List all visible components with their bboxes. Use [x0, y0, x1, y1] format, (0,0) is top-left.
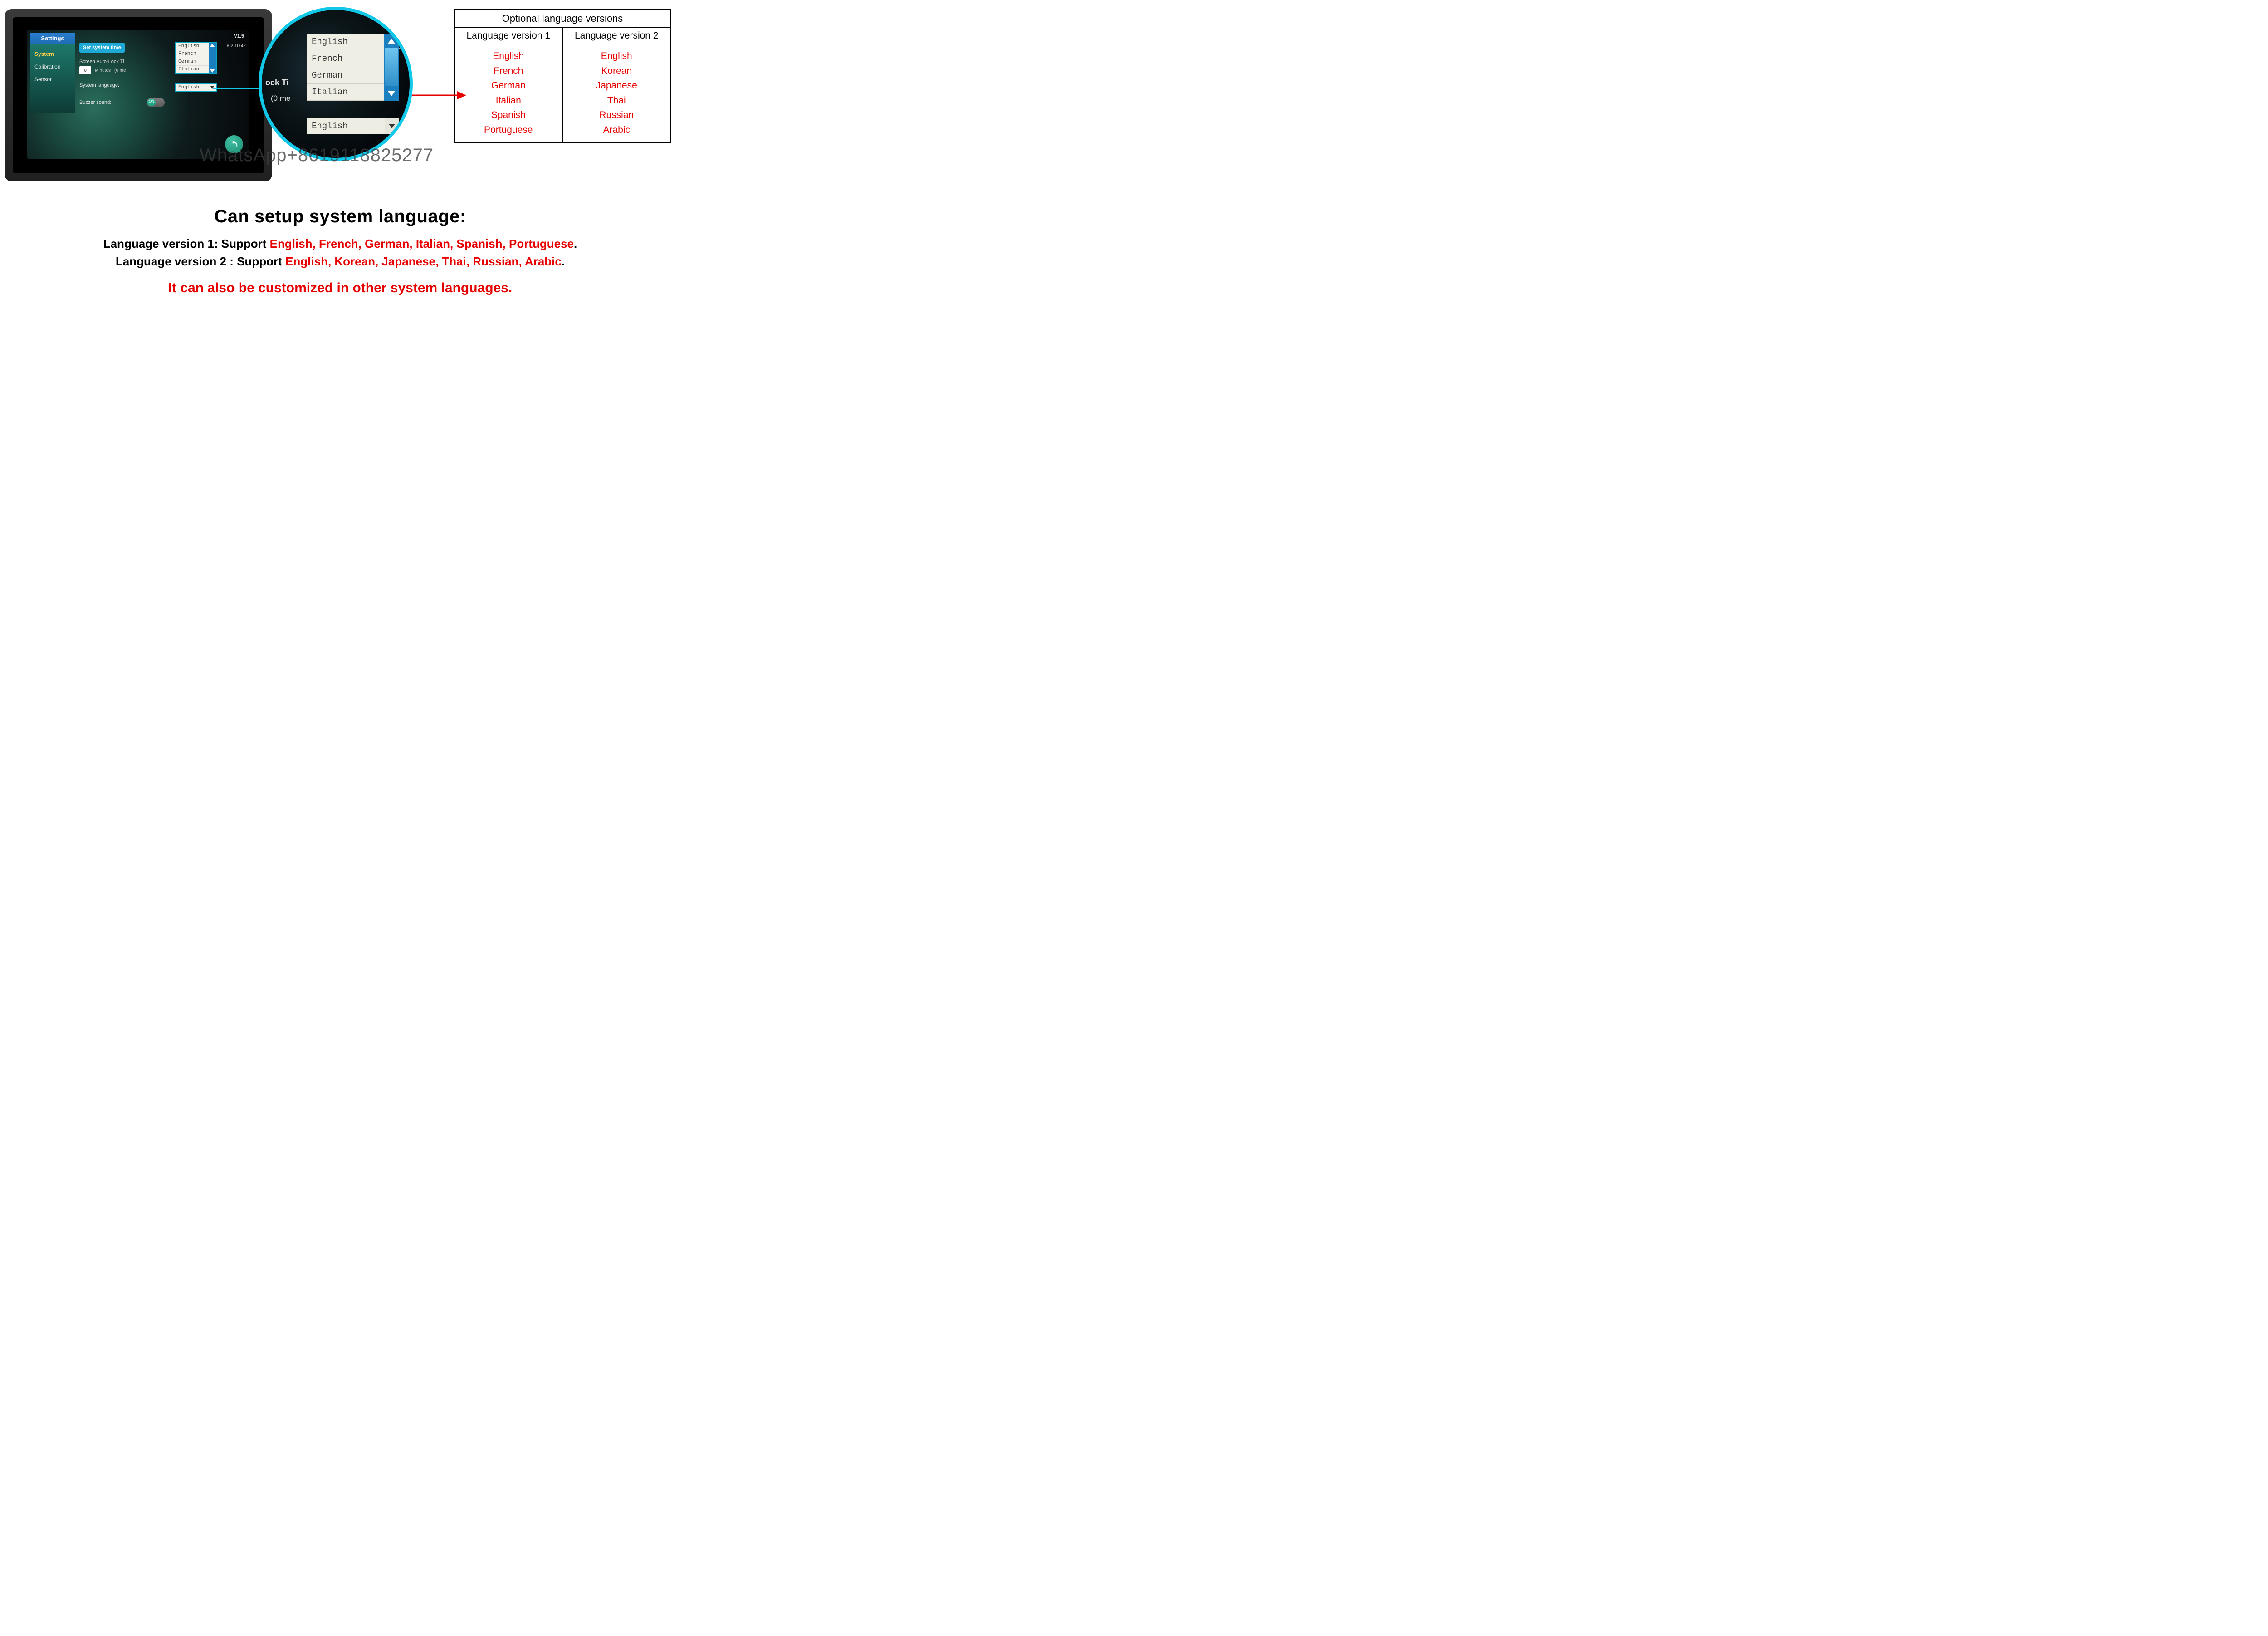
language-name: Japanese [567, 78, 667, 93]
language-option[interactable]: Italian [307, 84, 384, 101]
table-col1-body: English French German Italian Spanish Po… [454, 44, 562, 143]
triangle-up-icon [388, 39, 395, 44]
magnifier-callout: C 1/02 ock Ti (0 me English French Germa… [259, 7, 413, 161]
triangle-down-icon [388, 91, 395, 96]
language-name: English [567, 49, 667, 64]
set-system-time-button[interactable]: Set system time [79, 43, 125, 53]
language-name: French [458, 64, 559, 79]
language-name: Russian [567, 108, 667, 123]
language-name: Italian [458, 93, 559, 108]
version2-line: Language version 2 : Support English, Ko… [5, 255, 676, 269]
language-option[interactable]: English [307, 34, 384, 50]
back-button[interactable] [225, 135, 243, 153]
language-scrollbar-enlarged[interactable] [384, 34, 399, 101]
mag-fragment-c: C [267, 43, 272, 50]
line2-langs: English, Korean, Japanese, Thai, Russian… [285, 255, 562, 268]
sidebar-item-calibration[interactable]: Calibration [30, 60, 75, 73]
language-dropdown-value: English [178, 85, 199, 90]
scroll-up-button[interactable] [384, 34, 399, 48]
autolock-value-row: 0 Minutes (0 me [79, 66, 245, 74]
mag-fragment-zero: (0 me [271, 94, 290, 103]
language-name: Thai [567, 93, 667, 108]
language-versions-table: Optional language versions Language vers… [454, 9, 671, 143]
undo-arrow-icon [229, 139, 239, 149]
language-dropdown-enlarged[interactable]: English [307, 118, 399, 134]
language-scrollbar[interactable] [209, 43, 216, 73]
custom-languages-note: It can also be customized in other syste… [5, 280, 676, 296]
table-col2-body: English Korean Japanese Thai Russian Ara… [562, 44, 671, 143]
mag-fragment-lock: ock Ti [265, 78, 289, 88]
table-col1-header: Language version 1 [454, 28, 562, 44]
line2-prefix: Language version 2 : Support [116, 255, 285, 268]
headline: Can setup system language: [5, 206, 676, 227]
scroll-down-button[interactable] [384, 86, 399, 101]
language-name: Korean [567, 64, 667, 79]
language-name: German [458, 78, 559, 93]
autolock-hint: (0 me [114, 68, 126, 73]
line2-suffix: . [562, 255, 565, 268]
language-dropdown-value: English [312, 121, 348, 131]
sidebar-item-system[interactable]: System [30, 48, 75, 60]
buzzer-row: Buzzer sound: ON [79, 98, 245, 107]
settings-sidebar: Settings System Calibration Sensor [30, 33, 75, 113]
table-col2-header: Language version 2 [562, 28, 671, 44]
top-section: V1.5 /02 10:42 Settings System Calibrati… [5, 9, 676, 181]
line1-suffix: . [574, 237, 577, 250]
firmware-version: V1.5 [234, 34, 244, 39]
language-listbox[interactable]: English French German Italian [175, 42, 217, 74]
syslang-label: System language: [79, 83, 143, 88]
bottom-copy: Can setup system language: Language vers… [5, 206, 676, 296]
sidebar-header: Settings [30, 33, 75, 44]
table-title: Optional language versions [454, 10, 671, 28]
autolock-unit: Minutes [95, 68, 111, 73]
autolock-minutes-input[interactable]: 0 [79, 66, 91, 74]
sidebar-item-sensor[interactable]: Sensor [30, 73, 75, 86]
buzzer-label: Buzzer sound: [79, 100, 143, 105]
language-name: English [458, 49, 559, 64]
language-name: Spanish [458, 108, 559, 123]
autolock-label: Screen Auto-Lock Ti [79, 59, 143, 64]
language-listbox-enlarged[interactable]: English French German Italian [307, 34, 384, 101]
buzzer-toggle[interactable]: ON [147, 98, 165, 107]
line1-langs: English, French, German, Italian, Spanis… [270, 237, 574, 250]
sidebar-items: System Calibration Sensor [30, 44, 75, 113]
scroll-up-icon[interactable] [210, 44, 215, 47]
version1-line: Language version 1: Support English, Fre… [5, 237, 676, 251]
language-dropdown[interactable]: English [175, 83, 217, 92]
language-option[interactable]: French [307, 50, 384, 67]
scroll-down-icon[interactable] [210, 69, 215, 73]
language-name: Portuguese [458, 123, 559, 138]
language-name: Arabic [567, 123, 667, 138]
buzzer-toggle-label: ON [149, 99, 154, 103]
chevron-down-icon [389, 124, 395, 128]
autolock-row: Screen Auto-Lock Ti [79, 59, 245, 64]
line1-prefix: Language version 1: Support [103, 237, 270, 250]
language-option[interactable]: German [307, 67, 384, 84]
scrollbar-thumb[interactable] [385, 48, 398, 89]
dropdown-trigger[interactable] [385, 118, 399, 134]
